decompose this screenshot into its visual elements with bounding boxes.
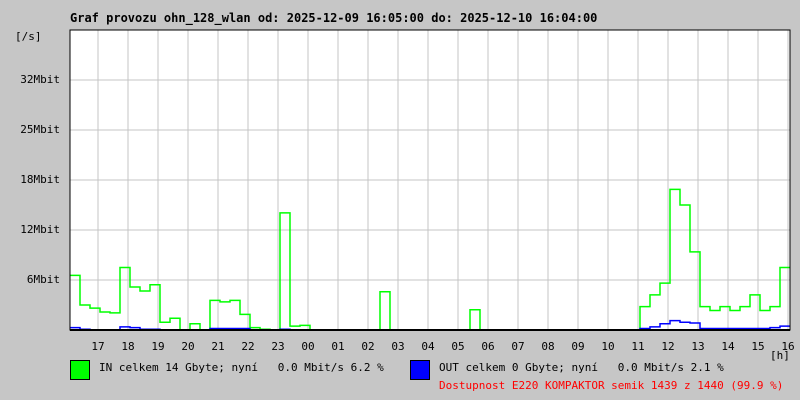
legend-in-swatch — [70, 360, 90, 380]
y-tick-label: 25Mbit — [20, 123, 60, 136]
legend-out-swatch — [410, 360, 430, 380]
x-tick-label: 05 — [451, 340, 465, 353]
x-tick-label: 21 — [211, 340, 225, 353]
x-tick-label: 20 — [181, 340, 195, 353]
x-tick-label: 07 — [511, 340, 525, 353]
x-tick-label: 04 — [421, 340, 435, 353]
x-tick-label: 02 — [361, 340, 375, 353]
x-tick-label: 12 — [661, 340, 675, 353]
x-tick-label: 03 — [391, 340, 405, 353]
legend-in-text: IN celkem 14 Gbyte; nyní 0.0 Mbit/s 6.2 … — [99, 361, 384, 374]
x-tick-label: 22 — [241, 340, 255, 353]
x-tick-label: 10 — [601, 340, 615, 353]
y-tick-label: 12Mbit — [20, 223, 60, 236]
x-tick-label: 14 — [721, 340, 735, 353]
x-tick-label: 13 — [691, 340, 705, 353]
y-tick-label: 6Mbit — [26, 273, 60, 286]
x-tick-label: 23 — [271, 340, 285, 353]
legend-out-text: OUT celkem 0 Gbyte; nyní 0.0 Mbit/s 2.1 … — [439, 361, 724, 374]
x-tick-label: 17 — [91, 340, 105, 353]
x-tick-label: 16 — [781, 340, 795, 353]
y-tick-label: 32Mbit — [20, 73, 60, 86]
x-tick-label: 19 — [151, 340, 165, 353]
x-tick-label: 01 — [331, 340, 345, 353]
x-tick-label: 00 — [301, 340, 315, 353]
x-tick-label: 11 — [631, 340, 645, 353]
x-tick-label: 06 — [481, 340, 495, 353]
y-tick-label: 18Mbit — [20, 173, 60, 186]
availability-text: Dostupnost E220 KOMPAKTOR semik 1439 z 1… — [439, 379, 784, 392]
x-tick-label: 08 — [541, 340, 555, 353]
x-tick-label: 15 — [751, 340, 765, 353]
x-tick-label: 18 — [121, 340, 135, 353]
x-tick-label: 09 — [571, 340, 585, 353]
